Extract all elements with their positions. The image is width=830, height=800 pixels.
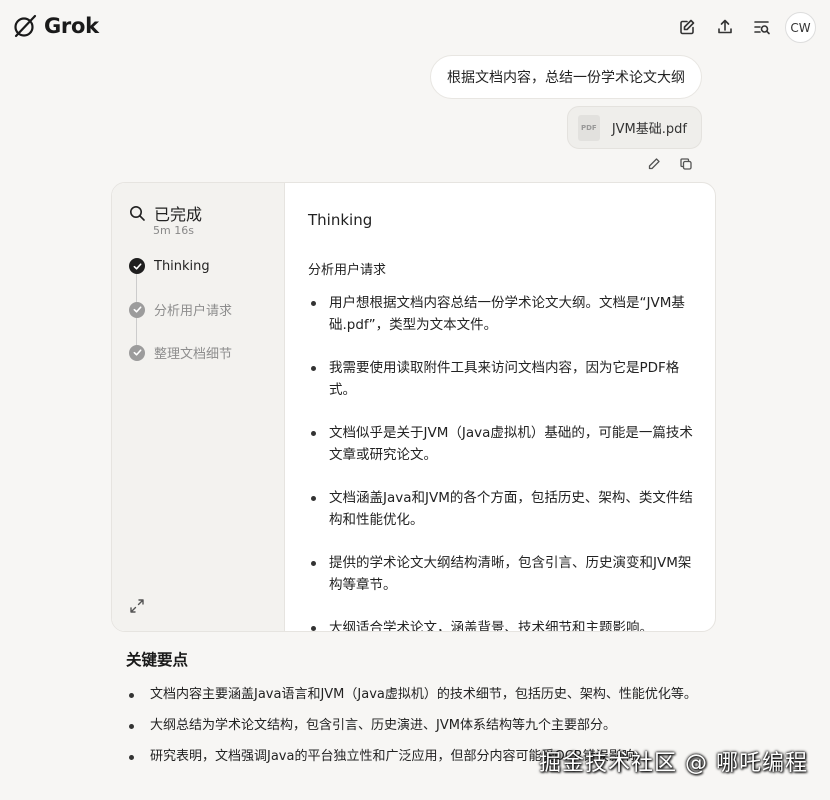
- search-icon: [130, 205, 145, 221]
- user-message-bubble: 根据文档内容，总结一份学术论文大纲: [430, 55, 702, 99]
- message-actions: [646, 156, 694, 172]
- top-header: Grok CW: [0, 0, 830, 56]
- thinking-title: Thinking: [308, 211, 373, 229]
- check-icon: [129, 344, 145, 361]
- step-label: 整理文档细节: [154, 347, 233, 362]
- thinking-sidebar: 已完成 5m 16s Thinking 分析用户请求 整理文档细节: [112, 183, 285, 631]
- list-item: 用户想根据文档内容总结一份学术论文大纲。文档是“JVM基础.pdf”，类型为文本…: [308, 292, 695, 336]
- grok-logo-icon: [14, 14, 37, 38]
- share-button[interactable]: [712, 14, 738, 40]
- list-search-icon: [754, 21, 770, 35]
- attachment-chip[interactable]: PDF JVM基础.pdf: [566, 106, 702, 149]
- thinking-content: Thinking 分析用户请求 用户想根据文档内容总结一份学术论文大纲。文档是“…: [286, 183, 715, 631]
- app-name: Grok: [44, 14, 99, 38]
- copy-icon: [680, 158, 692, 170]
- step-label: 分析用户请求: [154, 304, 233, 319]
- list-item: 文档内容主要涵盖Java语言和JVM（Java虚拟机）的技术细节，包括历史、架构…: [126, 683, 716, 707]
- expand-icon: [130, 599, 144, 613]
- list-item: 我需要使用读取附件工具来访问文档内容，因为它是PDF格式。: [308, 357, 695, 401]
- pdf-file-icon: PDF: [577, 114, 600, 141]
- list-item: 大纲总结为学术论文结构，包含引言、历史演进、JVM体系结构等九个主要部分。: [126, 714, 716, 738]
- check-icon: [129, 258, 145, 274]
- upload-icon: [718, 19, 732, 34]
- thinking-step-3[interactable]: 整理文档细节: [129, 343, 232, 362]
- expand-button[interactable]: [129, 598, 145, 614]
- check-icon: [129, 301, 145, 318]
- thinking-step-1[interactable]: Thinking: [129, 258, 210, 274]
- search-history-button[interactable]: [749, 14, 775, 40]
- pencil-icon: [648, 158, 660, 170]
- user-avatar[interactable]: CW: [785, 12, 816, 43]
- thinking-panel: 已完成 5m 16s Thinking 分析用户请求 整理文档细节 Thinki…: [111, 182, 716, 632]
- list-item: 大纲适合学术论文，涵盖背景、技术细节和主题影响。: [308, 617, 695, 631]
- edit-icon: [680, 19, 695, 35]
- thinking-duration: 5m 16s: [153, 224, 194, 237]
- grok-logo[interactable]: Grok: [12, 13, 99, 39]
- thinking-bullets: 用户想根据文档内容总结一份学术论文大纲。文档是“JVM基础.pdf”，类型为文本…: [308, 292, 695, 631]
- thinking-status: 已完成: [154, 205, 203, 224]
- thinking-status-header: 已完成: [129, 201, 202, 225]
- copy-message-button[interactable]: [678, 156, 694, 172]
- key-points-title: 关键要点: [126, 651, 189, 669]
- step-label: Thinking: [154, 258, 210, 274]
- list-item: 文档涵盖Java和JVM的各个方面，包括历史、架构、类文件结构和性能优化。: [308, 487, 695, 531]
- thinking-step-2[interactable]: 分析用户请求: [129, 300, 232, 319]
- new-chat-button[interactable]: [674, 14, 700, 40]
- thinking-subtitle: 分析用户请求: [308, 263, 387, 278]
- list-item: 文档似乎是关于JVM（Java虚拟机）基础的，可能是一篇技术文章或研究论文。: [308, 422, 695, 466]
- list-item: 提供的学术论文大纲结构清晰，包含引言、历史演变和JVM架构等章节。: [308, 552, 695, 596]
- watermark: 掘金技术社区 @ 哪吒编程: [539, 751, 808, 776]
- edit-message-button[interactable]: [646, 156, 662, 172]
- attachment-filename: JVM基础.pdf: [611, 122, 687, 137]
